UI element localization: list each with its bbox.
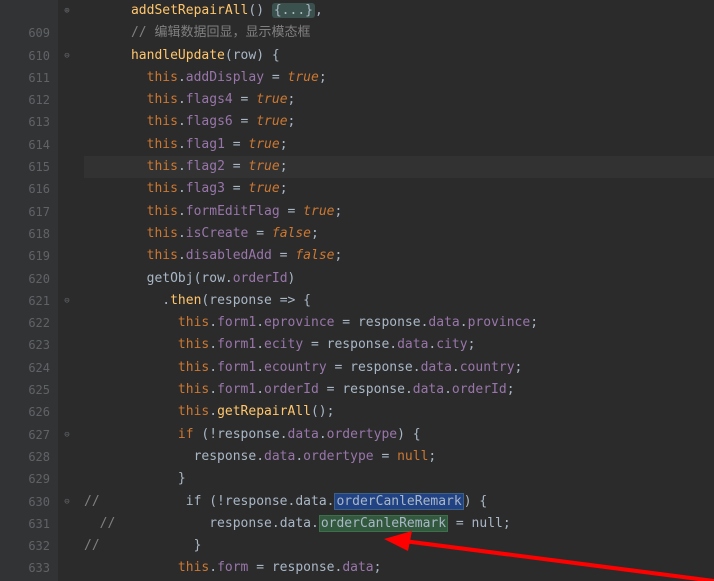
code-line[interactable]: this.form1.ecity = response.data.city;	[84, 334, 714, 356]
line-number: 626	[0, 401, 50, 423]
line-number: 617	[0, 201, 50, 223]
code-line[interactable]: }	[84, 468, 714, 490]
folded-code-icon[interactable]: {...}	[272, 3, 315, 18]
search-match: orderCanleRemark	[319, 515, 448, 532]
fold-marker-icon[interactable]: ⊖	[58, 290, 76, 312]
code-line[interactable]: this.flag3 = true;	[84, 178, 714, 200]
line-number: 611	[0, 67, 50, 89]
line-number: 632	[0, 535, 50, 557]
code-line[interactable]: // }	[84, 535, 714, 557]
line-number: 616	[0, 178, 50, 200]
code-line[interactable]: this.isCreate = false;	[84, 223, 714, 245]
fold-marker-icon[interactable]: ⊖	[58, 424, 76, 446]
line-number: 618	[0, 223, 50, 245]
code-editor[interactable]: 609 610 611 612 613 614 615 616 617 618 …	[0, 0, 714, 581]
code-line[interactable]: // 编辑数据回显，显示模态框	[84, 22, 714, 44]
line-number: 627	[0, 424, 50, 446]
code-line[interactable]: addSetRepairAll() {...},	[84, 0, 714, 22]
search-match-current: orderCanleRemark	[334, 493, 463, 510]
code-line[interactable]: this.form1.orderId = response.data.order…	[84, 379, 714, 401]
line-number: 612	[0, 89, 50, 111]
line-number: 610	[0, 45, 50, 67]
line-number: 629	[0, 468, 50, 490]
line-number: 633	[0, 557, 50, 579]
line-number: 623	[0, 334, 50, 356]
code-line[interactable]: this.flag1 = true;	[84, 134, 714, 156]
line-number: 609	[0, 22, 50, 44]
line-number: 613	[0, 111, 50, 133]
code-line[interactable]: this.formEditFlag = true;	[84, 201, 714, 223]
line-number: 624	[0, 357, 50, 379]
code-area[interactable]: addSetRepairAll() {...}, // 编辑数据回显，显示模态框…	[76, 0, 714, 581]
line-number: 622	[0, 312, 50, 334]
code-line[interactable]: this.flags4 = true;	[84, 89, 714, 111]
code-line-current[interactable]: this.flag2 = true;	[84, 156, 714, 178]
fold-column: ⊕ ⊖ ⊖ ⊖ ⊖	[58, 0, 76, 581]
line-number: 631	[0, 513, 50, 535]
code-line[interactable]: // response.data.orderCanleRemark = null…	[84, 513, 714, 535]
line-number: 614	[0, 134, 50, 156]
code-line[interactable]: // if (!response.data.orderCanleRemark) …	[84, 491, 714, 513]
code-line[interactable]: this.disabledAdd = false;	[84, 245, 714, 267]
fold-marker-icon[interactable]: ⊕	[58, 0, 76, 22]
line-number: 630	[0, 491, 50, 513]
code-line[interactable]: this.getRepairAll();	[84, 401, 714, 423]
code-line[interactable]: this.form1.ecountry = response.data.coun…	[84, 357, 714, 379]
line-number: 621	[0, 290, 50, 312]
line-number	[0, 0, 50, 22]
code-line[interactable]: .then(response => {	[84, 290, 714, 312]
line-number: 619	[0, 245, 50, 267]
code-line[interactable]: this.addDisplay = true;	[84, 67, 714, 89]
code-line[interactable]: this.flags6 = true;	[84, 111, 714, 133]
fold-marker-icon[interactable]: ⊖	[58, 491, 76, 513]
code-line[interactable]: this.form1.eprovince = response.data.pro…	[84, 312, 714, 334]
code-line[interactable]: this.form = response.data;	[84, 557, 714, 579]
line-number: 625	[0, 379, 50, 401]
code-line[interactable]: if (!response.data.ordertype) {	[84, 424, 714, 446]
line-number: 628	[0, 446, 50, 468]
code-line[interactable]: getObj(row.orderId)	[84, 268, 714, 290]
code-line[interactable]: handleUpdate(row) {	[84, 45, 714, 67]
line-number: 620	[0, 268, 50, 290]
line-number: 615	[0, 156, 50, 178]
line-number-gutter: 609 610 611 612 613 614 615 616 617 618 …	[0, 0, 58, 581]
fold-marker-icon[interactable]: ⊖	[58, 45, 76, 67]
code-line[interactable]: response.data.ordertype = null;	[84, 446, 714, 468]
